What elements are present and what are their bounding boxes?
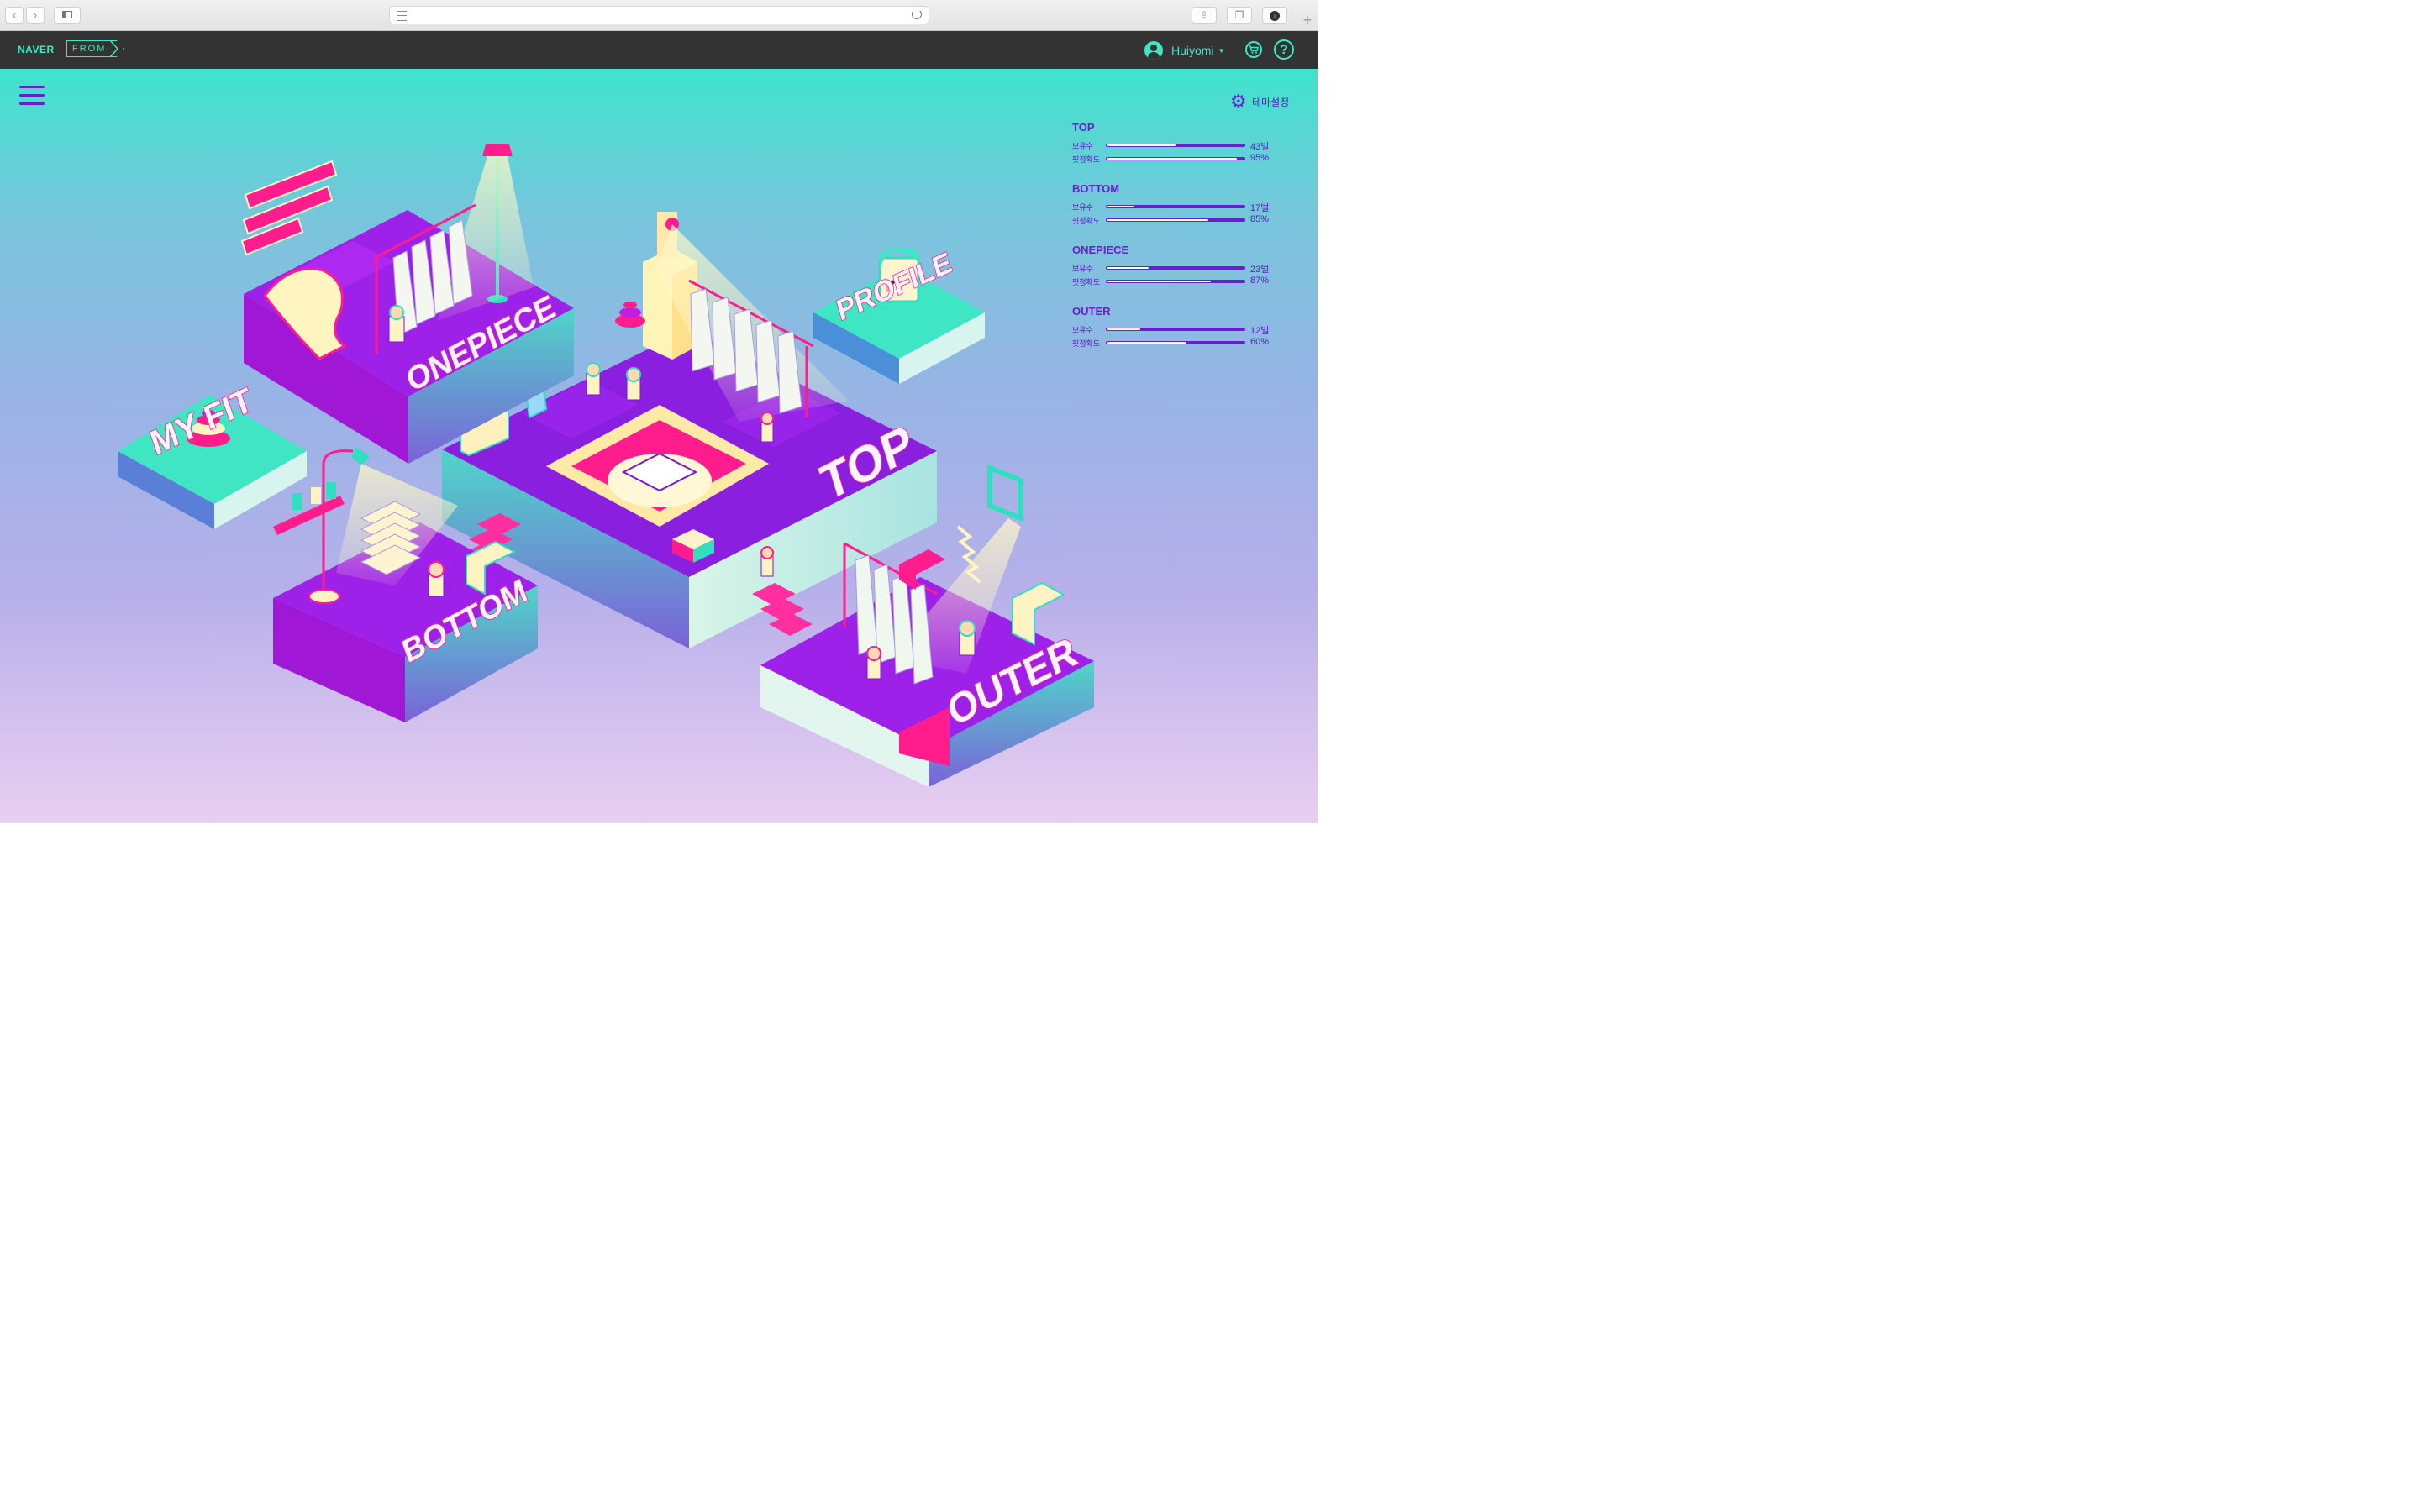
stat-label: 핏정확도 — [1072, 155, 1101, 164]
tabs-button[interactable]: ❐ — [1227, 7, 1252, 24]
menu-icon-bar — [19, 86, 45, 88]
stat-bar — [1106, 280, 1245, 283]
chevron-down-icon: ▼ — [1218, 46, 1225, 55]
stat-bar — [1106, 328, 1245, 331]
stat-bar-fill — [1107, 144, 1176, 146]
stat-title: TOP — [1072, 121, 1095, 134]
reload-icon[interactable] — [912, 9, 922, 19]
stat-value: 85% — [1250, 214, 1270, 224]
stat-value: 87% — [1250, 276, 1270, 286]
cart-button[interactable] — [1245, 41, 1262, 58]
stat-bar — [1106, 341, 1245, 344]
stat-row-fit: 핏정확도 85% — [1072, 214, 1282, 228]
downloads-button[interactable]: ↓ — [1262, 7, 1287, 24]
share-icon: ⇪ — [1199, 9, 1209, 21]
share-button[interactable]: ⇪ — [1192, 7, 1217, 24]
stat-bar-fill — [1107, 342, 1186, 344]
stat-title: ONEPIECE — [1072, 244, 1129, 256]
stat-row-owned: 보유수 43벌 — [1072, 139, 1282, 153]
theme-settings-button[interactable]: ⚙ 테마설정 — [1230, 91, 1290, 112]
menu-icon-bar — [19, 102, 45, 105]
stat-bar-fill — [1107, 158, 1237, 160]
stat-bar — [1106, 205, 1245, 208]
sidebar-icon — [62, 11, 72, 18]
back-button[interactable]: ‹ — [5, 7, 24, 24]
stat-bar-fill — [1107, 328, 1140, 330]
menu-button[interactable] — [19, 86, 45, 106]
username: Huiyomi — [1171, 44, 1214, 57]
closet-stats-panel: TOP 보유수 43벌 핏정확도 95% BOTTOM 보유수 17벌 핏정확도 — [1072, 121, 1282, 366]
stat-bar — [1106, 218, 1245, 222]
stat-bar-fill — [1107, 206, 1134, 207]
stat-title: OUTER — [1072, 305, 1111, 318]
stat-bar — [1106, 266, 1245, 270]
new-tab-button[interactable]: + — [1297, 0, 1318, 30]
stat-row-fit: 핏정확도 95% — [1072, 153, 1282, 166]
stat-group: BOTTOM 보유수 17벌 핏정확도 85% — [1072, 182, 1282, 228]
stat-label: 보유수 — [1072, 142, 1093, 150]
stat-title: BOTTOM — [1072, 182, 1120, 195]
stat-row-fit: 핏정확도 60% — [1072, 337, 1282, 350]
avatar-icon — [1144, 41, 1163, 60]
menu-icon-bar — [19, 94, 45, 97]
browser-toolbar: ‹ › ⇪ ❐ ↓ + — [0, 0, 1318, 31]
reader-icon[interactable] — [397, 11, 407, 21]
stat-value: 43벌 — [1250, 142, 1270, 152]
stat-row-fit: 핏정확도 87% — [1072, 276, 1282, 289]
stat-row-owned: 보유수 23벌 — [1072, 262, 1282, 276]
stat-group: OUTER 보유수 12벌 핏정확도 60% — [1072, 305, 1282, 350]
stat-label: 핏정확도 — [1072, 217, 1101, 225]
stat-bar-fill — [1107, 267, 1149, 269]
theme-settings-label: 테마설정 — [1252, 96, 1290, 108]
naver-logo[interactable]: NAVER — [18, 44, 55, 55]
stat-value: 12벌 — [1250, 326, 1270, 336]
gear-icon: ⚙ — [1230, 91, 1247, 112]
stat-value: 95% — [1250, 153, 1270, 163]
forward-button[interactable]: › — [26, 7, 45, 24]
stat-group: TOP 보유수 43벌 핏정확도 95% — [1072, 121, 1282, 166]
stat-label: 핏정확도 — [1072, 339, 1101, 348]
profile-room[interactable]: PROFILE — [813, 245, 985, 384]
stat-group: ONEPIECE 보유수 23벌 핏정확도 87% — [1072, 244, 1282, 289]
stat-label: 보유수 — [1072, 326, 1093, 334]
stat-bar — [1106, 144, 1245, 147]
help-button[interactable]: ? — [1274, 39, 1294, 60]
main-area: TOP ONEPIECE PROFILE MY FIT BOTTOM OUTER… — [0, 69, 1318, 823]
stat-bar-fill — [1107, 219, 1208, 221]
sidebar-toggle-button[interactable] — [54, 7, 81, 24]
stat-bar-fill — [1107, 281, 1212, 282]
stat-bar — [1106, 157, 1245, 160]
myfit-room[interactable]: MY FIT — [118, 381, 307, 529]
stat-row-owned: 보유수 12벌 — [1072, 323, 1282, 337]
stat-value: 17벌 — [1250, 203, 1270, 213]
user-menu[interactable]: Huiyomi ▼ — [1144, 41, 1225, 60]
stat-value: 60% — [1250, 337, 1270, 347]
stat-label: 핏정확도 — [1072, 278, 1101, 286]
from-logo-arrow — [110, 40, 118, 57]
site-header: NAVER FROM· Huiyomi ▼ ? — [0, 31, 1318, 69]
tabs-icon: ❐ — [1234, 9, 1244, 21]
stat-label: 보유수 — [1072, 203, 1093, 212]
stat-row-owned: 보유수 17벌 — [1072, 201, 1282, 214]
stat-label: 보유수 — [1072, 265, 1093, 273]
cart-icon — [1249, 45, 1259, 54]
download-icon: ↓ — [1270, 11, 1280, 21]
address-bar[interactable] — [389, 6, 929, 24]
stat-value: 23벌 — [1250, 265, 1270, 275]
